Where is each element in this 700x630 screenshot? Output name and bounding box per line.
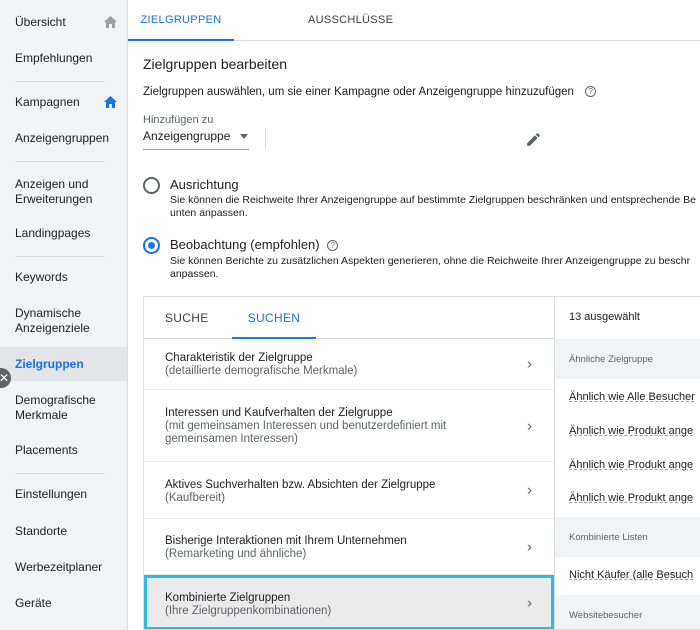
category-item[interactable]: Charakteristik der Zielgruppe (detaillie… — [144, 339, 554, 390]
tab-suche[interactable]: SUCHE — [165, 297, 209, 339]
category-subtitle: (detaillierte demografische Merkmale) — [165, 365, 358, 377]
chevron-right-icon: › — [527, 481, 532, 499]
tab-label: SUCHEN — [247, 311, 301, 325]
selected-audience-item[interactable]: Ähnlich wie Produkt ange — [569, 459, 693, 471]
sidebar-item-empfehlungen[interactable]: Empfehlungen — [0, 48, 127, 68]
radio-beobachtung[interactable] — [143, 237, 160, 254]
category-title: Aktives Suchverhalten bzw. Absichten der… — [165, 479, 436, 491]
add-to-dropdown[interactable]: Anzeigengruppe — [143, 128, 249, 150]
sidebar-item-label: Einstellungen — [15, 486, 88, 501]
sidebar-item-label: Keywords — [15, 269, 68, 284]
option-title: Ausrichtung — [170, 177, 239, 192]
divider — [15, 81, 105, 82]
sidebar-item-einstellungen[interactable]: Einstellungen — [0, 484, 127, 504]
sidebar-item-label: Standorte — [15, 523, 68, 538]
category-title: Charakteristik der Zielgruppe — [165, 352, 313, 364]
sub-tab-bar: SUCHE SUCHEN — [144, 297, 554, 339]
sidebar-item-geraete[interactable]: Geräte — [0, 593, 127, 613]
tab-label: AUSSCHLÜSSE — [308, 14, 394, 26]
divider — [15, 256, 105, 257]
sidebar-item-label: Übersicht — [15, 14, 66, 29]
sidebar-item-label: Anzeigen und Erweiterungen — [15, 177, 93, 206]
category-item[interactable]: Bisherige Interaktionen mit Ihrem Untern… — [144, 519, 554, 575]
selected-audiences: 13 ausgewählt Ähnliche Zielgruppe Ähnlic… — [555, 297, 700, 629]
sidebar-item-label: Placements — [15, 442, 78, 457]
pencil-icon[interactable] — [525, 131, 542, 148]
sidebar-item-label: Geräte — [15, 595, 52, 610]
selected-audience-item[interactable]: Ähnlich wie Produkt ange — [569, 425, 693, 437]
chevron-right-icon: › — [527, 417, 532, 434]
sidebar-item-label: Anzeigengruppen — [15, 130, 110, 145]
sidebar-item-dynamische-anzeigenziele[interactable]: Dynamische Anzeigenziele — [0, 305, 127, 337]
chevron-right-icon: › — [527, 538, 532, 555]
sidebar-nav: Übersicht Empfehlungen Kampagnen Anzeige… — [0, 0, 128, 630]
category-item-selected[interactable]: Kombinierte Zielgruppen (Ihre Zielgruppe… — [144, 575, 554, 629]
category-title: Interessen und Kaufverhalten der Zielgru… — [165, 407, 393, 419]
sidebar-item-label: Zielgruppen — [15, 356, 84, 371]
help-icon[interactable]: ? — [327, 240, 339, 252]
divider — [15, 161, 105, 162]
category-item[interactable]: Interessen und Kaufverhalten der Zielgru… — [144, 390, 554, 462]
add-to-value: Anzeigengruppe — [143, 129, 231, 143]
tab-label: SUCHE — [165, 311, 209, 325]
sidebar-item-zielgruppen[interactable]: Zielgruppen — [0, 347, 127, 381]
sidebar-item-landingpages[interactable]: Landingpages — [0, 223, 127, 243]
section-header: Kombinierte Listen — [555, 517, 700, 557]
category-subtitle: (Kaufbereit) — [165, 492, 226, 504]
sidebar-item-uebersicht[interactable]: Übersicht — [0, 12, 127, 32]
divider — [15, 473, 105, 474]
selected-audience-item[interactable]: Ähnlich wie Produkt ange — [569, 492, 693, 504]
sidebar-item-label: Empfehlungen — [15, 50, 93, 65]
sidebar-item-placements[interactable]: Placements — [0, 440, 127, 460]
close-icon: ✕ — [0, 371, 10, 385]
category-subtitle: (mit gemeinsamen Interessen und benutzer… — [165, 420, 447, 445]
sidebar-item-label: Demografische Merkmale — [15, 393, 96, 422]
option-title-text: Beobachtung (empfohlen) — [170, 237, 320, 252]
help-icon[interactable]: ? — [585, 86, 597, 98]
category-subtitle: (Ihre Zielgruppenkombinationen) — [165, 605, 332, 617]
chevron-right-icon: › — [527, 355, 532, 373]
option-title: Beobachtung (empfohlen) ? — [170, 237, 339, 252]
selected-count: 13 ausgewählt — [569, 311, 640, 323]
sidebar-item-label: Dynamische Anzeigenziele — [15, 306, 90, 335]
selected-audience-item[interactable]: Ähnlich wie Alle Besucher — [569, 391, 695, 403]
category-title: Bisherige Interaktionen mit Ihrem Untern… — [165, 535, 407, 547]
add-to-label: Hinzufügen zu — [143, 114, 214, 126]
sidebar-item-keywords[interactable]: Keywords — [0, 267, 127, 287]
divider — [265, 128, 266, 148]
sidebar-item-werbezeitplaner[interactable]: Werbezeitplaner — [0, 557, 127, 577]
tab-label: ZIELGRUPPEN — [140, 14, 222, 26]
sidebar-item-standorte[interactable]: Standorte — [0, 521, 127, 541]
dropdown-caret-icon — [239, 134, 248, 140]
sidebar-item-label: Werbezeitplaner — [15, 559, 103, 574]
category-subtitle: (Remarketing und ähnliche) — [165, 548, 307, 560]
category-item[interactable]: Aktives Suchverhalten bzw. Absichten der… — [144, 462, 554, 519]
radio-ausrichtung[interactable] — [143, 177, 160, 194]
sidebar-item-anzeigengruppen[interactable]: Anzeigengruppen — [0, 128, 127, 148]
sidebar-item-label: Kampagnen — [15, 94, 80, 109]
tab-suchen[interactable]: SUCHEN — [232, 297, 316, 339]
subtitle-text: Zielgruppen auswählen, um sie einer Kamp… — [143, 86, 574, 98]
tab-ausschluesse[interactable]: AUSSCHLÜSSE — [308, 0, 393, 41]
section-header: Websitebesucher — [555, 595, 700, 629]
sidebar-item-label: Landingpages — [15, 225, 91, 240]
option-description: Sie können Berichte zu zusätzlichen Aspe… — [170, 255, 691, 280]
home-icon — [104, 96, 117, 108]
page-subtitle: Zielgruppen auswählen, um sie einer Kamp… — [143, 86, 597, 98]
category-title: Kombinierte Zielgruppen — [165, 592, 291, 604]
sidebar-item-kampagnen[interactable]: Kampagnen — [0, 92, 127, 112]
selected-audience-item[interactable]: Nicht Käufer (alle Besuch — [569, 569, 693, 581]
sidebar-item-demografische-merkmale[interactable]: Demografische Merkmale — [0, 392, 127, 424]
category-list: SUCHE SUCHEN Charakteristik der Zielgrup… — [144, 297, 555, 629]
home-icon — [104, 16, 117, 28]
audience-browser-panel: SUCHE SUCHEN Charakteristik der Zielgrup… — [143, 296, 700, 630]
tab-zielgruppen[interactable]: ZIELGRUPPEN — [128, 0, 234, 41]
sidebar-item-anzeigen-und-erweiterungen[interactable]: Anzeigen und Erweiterungen — [0, 176, 127, 208]
section-header: Ähnliche Zielgruppe — [555, 339, 700, 379]
page-title: Zielgruppen bearbeiten — [143, 56, 287, 72]
option-description: Sie können die Reichweite Ihrer Anzeigen… — [170, 194, 696, 219]
chevron-right-icon: › — [527, 594, 532, 611]
tab-bar: ZIELGRUPPEN AUSSCHLÜSSE — [128, 0, 700, 41]
